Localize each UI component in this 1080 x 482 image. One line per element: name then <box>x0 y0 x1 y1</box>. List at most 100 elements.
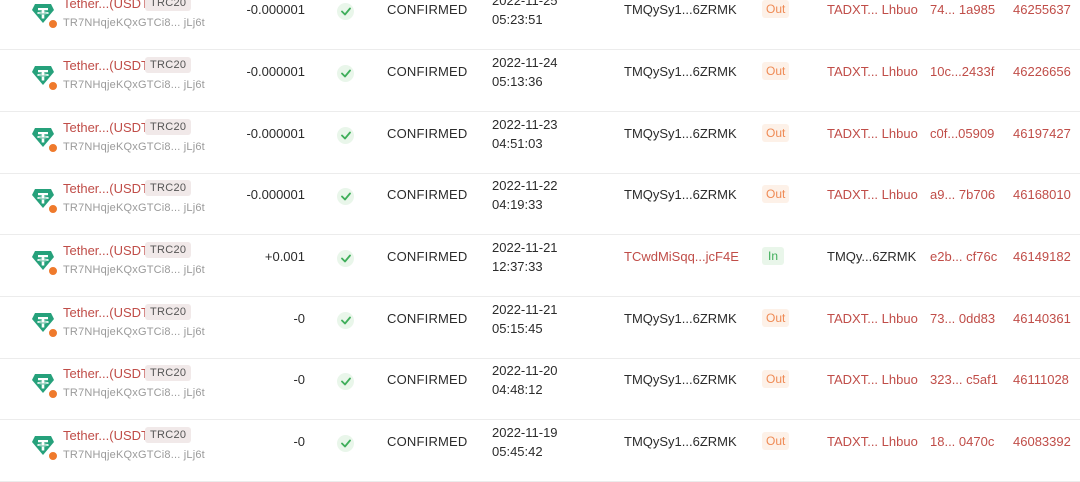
token-name-link[interactable]: Tether...(USDT) <box>63 58 153 73</box>
amount-value: -0.000001 <box>246 2 305 17</box>
transaction-hash-link[interactable]: c0f...05909 <box>930 126 994 141</box>
to-address[interactable]: TADXT... Lhbuo <box>827 372 918 387</box>
status-dot-icon <box>48 451 58 461</box>
table-row: Tether...(USDT) TRC20 TR7NHqjeKQxGTCi8..… <box>0 298 1080 359</box>
transaction-hash-link[interactable]: 10c...2433f <box>930 64 994 79</box>
from-address[interactable]: TMQySy1...6ZRMK <box>624 311 737 326</box>
timestamp-date: 2022-11-22 <box>492 178 558 193</box>
to-address[interactable]: TADXT... Lhbuo <box>827 2 918 17</box>
token-standard-badge: TRC20 <box>145 0 192 11</box>
confirmed-check-icon <box>337 65 354 82</box>
from-address[interactable]: TMQySy1...6ZRMK <box>624 2 737 17</box>
token-standard-badge: TRC20 <box>145 365 192 381</box>
timestamp-date: 2022-11-23 <box>492 117 558 132</box>
timestamp-time: 05:15:45 <box>492 321 543 336</box>
table-row: Tether...(USDT) TRC20 TR7NHqjeKQxGTCi8..… <box>0 236 1080 297</box>
to-address[interactable]: TADXT... Lhbuo <box>827 434 918 449</box>
timestamp-time: 05:13:36 <box>492 74 543 89</box>
confirmed-check-icon <box>337 188 354 205</box>
status-dot-icon <box>48 81 58 91</box>
tether-icon[interactable] <box>31 310 58 338</box>
confirmed-check-icon <box>337 250 354 267</box>
status-text: CONFIRMED <box>387 64 468 79</box>
to-address[interactable]: TMQy...6ZRMK <box>827 249 916 264</box>
transaction-hash-link[interactable]: 323... c5af1 <box>930 372 998 387</box>
timestamp-time: 05:45:42 <box>492 444 543 459</box>
token-contract-address: TR7NHqjeKQxGTCi8... jLj6t <box>63 79 205 91</box>
timestamp-time: 04:19:33 <box>492 197 543 212</box>
timestamp-time: 12:37:33 <box>492 259 543 274</box>
to-address[interactable]: TADXT... Lhbuo <box>827 64 918 79</box>
token-contract-address: TR7NHqjeKQxGTCi8... jLj6t <box>63 141 205 153</box>
token-name-link[interactable]: Tether...(USDT) <box>63 428 153 443</box>
transaction-hash-link[interactable]: 18... 0470c <box>930 434 994 449</box>
table-row: Tether...(USDT) TRC20 TR7NHqjeKQxGTCi8..… <box>0 0 1080 50</box>
amount-value: -0 <box>293 372 305 387</box>
block-number-link[interactable]: 46226656 <box>1013 64 1071 79</box>
direction-badge: Out <box>762 124 790 142</box>
tether-icon[interactable] <box>31 63 58 91</box>
status-dot-icon <box>48 266 58 276</box>
block-number-link[interactable]: 46149182 <box>1013 249 1071 264</box>
token-standard-badge: TRC20 <box>145 119 192 135</box>
transfers-table: Tether...(USDT) TRC20 TR7NHqjeKQxGTCi8..… <box>0 0 1080 482</box>
token-standard-badge: TRC20 <box>145 304 192 320</box>
from-address[interactable]: TMQySy1...6ZRMK <box>624 126 737 141</box>
timestamp-date: 2022-11-24 <box>492 55 558 70</box>
tether-icon[interactable] <box>31 125 58 153</box>
status-dot-icon <box>48 204 58 214</box>
table-row: Tether...(USDT) TRC20 TR7NHqjeKQxGTCi8..… <box>0 421 1080 482</box>
amount-value: -0 <box>293 434 305 449</box>
tether-icon[interactable] <box>31 186 58 214</box>
block-number-link[interactable]: 46255637 <box>1013 2 1071 17</box>
from-address[interactable]: TMQySy1...6ZRMK <box>624 64 737 79</box>
block-number-link[interactable]: 46140361 <box>1013 311 1071 326</box>
amount-value: -0.000001 <box>246 126 305 141</box>
direction-badge: Out <box>762 185 790 203</box>
status-dot-icon <box>48 19 58 29</box>
from-address[interactable]: TMQySy1...6ZRMK <box>624 372 737 387</box>
token-standard-badge: TRC20 <box>145 427 192 443</box>
transaction-hash-link[interactable]: 74... 1a985 <box>930 2 995 17</box>
from-address[interactable]: TCwdMiSqq...jcF4E <box>624 249 739 264</box>
block-number-link[interactable]: 46083392 <box>1013 434 1071 449</box>
token-name-link[interactable]: Tether...(USDT) <box>63 120 153 135</box>
block-number-link[interactable]: 46197427 <box>1013 126 1071 141</box>
to-address[interactable]: TADXT... Lhbuo <box>827 187 918 202</box>
tether-icon[interactable] <box>31 1 58 29</box>
status-text: CONFIRMED <box>387 434 468 449</box>
transaction-hash-link[interactable]: 73... 0dd83 <box>930 311 995 326</box>
status-text: CONFIRMED <box>387 126 468 141</box>
to-address[interactable]: TADXT... Lhbuo <box>827 126 918 141</box>
table-row: Tether...(USDT) TRC20 TR7NHqjeKQxGTCi8..… <box>0 51 1080 112</box>
token-contract-address: TR7NHqjeKQxGTCi8... jLj6t <box>63 17 205 29</box>
timestamp-time: 04:51:03 <box>492 136 543 151</box>
block-number-link[interactable]: 46168010 <box>1013 187 1071 202</box>
status-text: CONFIRMED <box>387 187 468 202</box>
tether-icon[interactable] <box>31 433 58 461</box>
token-name-link[interactable]: Tether...(USDT) <box>63 305 153 320</box>
amount-value: -0.000001 <box>246 64 305 79</box>
token-name-link[interactable]: Tether...(USDT) <box>63 0 153 11</box>
block-number-link[interactable]: 46111028 <box>1013 372 1069 387</box>
tether-icon[interactable] <box>31 371 58 399</box>
token-name-link[interactable]: Tether...(USDT) <box>63 181 153 196</box>
amount-value: -0 <box>293 311 305 326</box>
timestamp-date: 2022-11-25 <box>492 0 558 8</box>
amount-value: +0.001 <box>264 249 305 264</box>
timestamp-date: 2022-11-20 <box>492 363 558 378</box>
direction-badge: Out <box>762 432 790 450</box>
tether-icon[interactable] <box>31 248 58 276</box>
status-dot-icon <box>48 328 58 338</box>
timestamp-time: 05:23:51 <box>492 12 543 27</box>
token-name-link[interactable]: Tether...(USDT) <box>63 243 153 258</box>
transaction-hash-link[interactable]: e2b... cf76c <box>930 249 997 264</box>
table-row: Tether...(USDT) TRC20 TR7NHqjeKQxGTCi8..… <box>0 113 1080 174</box>
confirmed-check-icon <box>337 127 354 144</box>
token-name-link[interactable]: Tether...(USDT) <box>63 366 153 381</box>
status-text: CONFIRMED <box>387 2 468 17</box>
transaction-hash-link[interactable]: a9... 7b706 <box>930 187 995 202</box>
to-address[interactable]: TADXT... Lhbuo <box>827 311 918 326</box>
from-address[interactable]: TMQySy1...6ZRMK <box>624 434 737 449</box>
from-address[interactable]: TMQySy1...6ZRMK <box>624 187 737 202</box>
